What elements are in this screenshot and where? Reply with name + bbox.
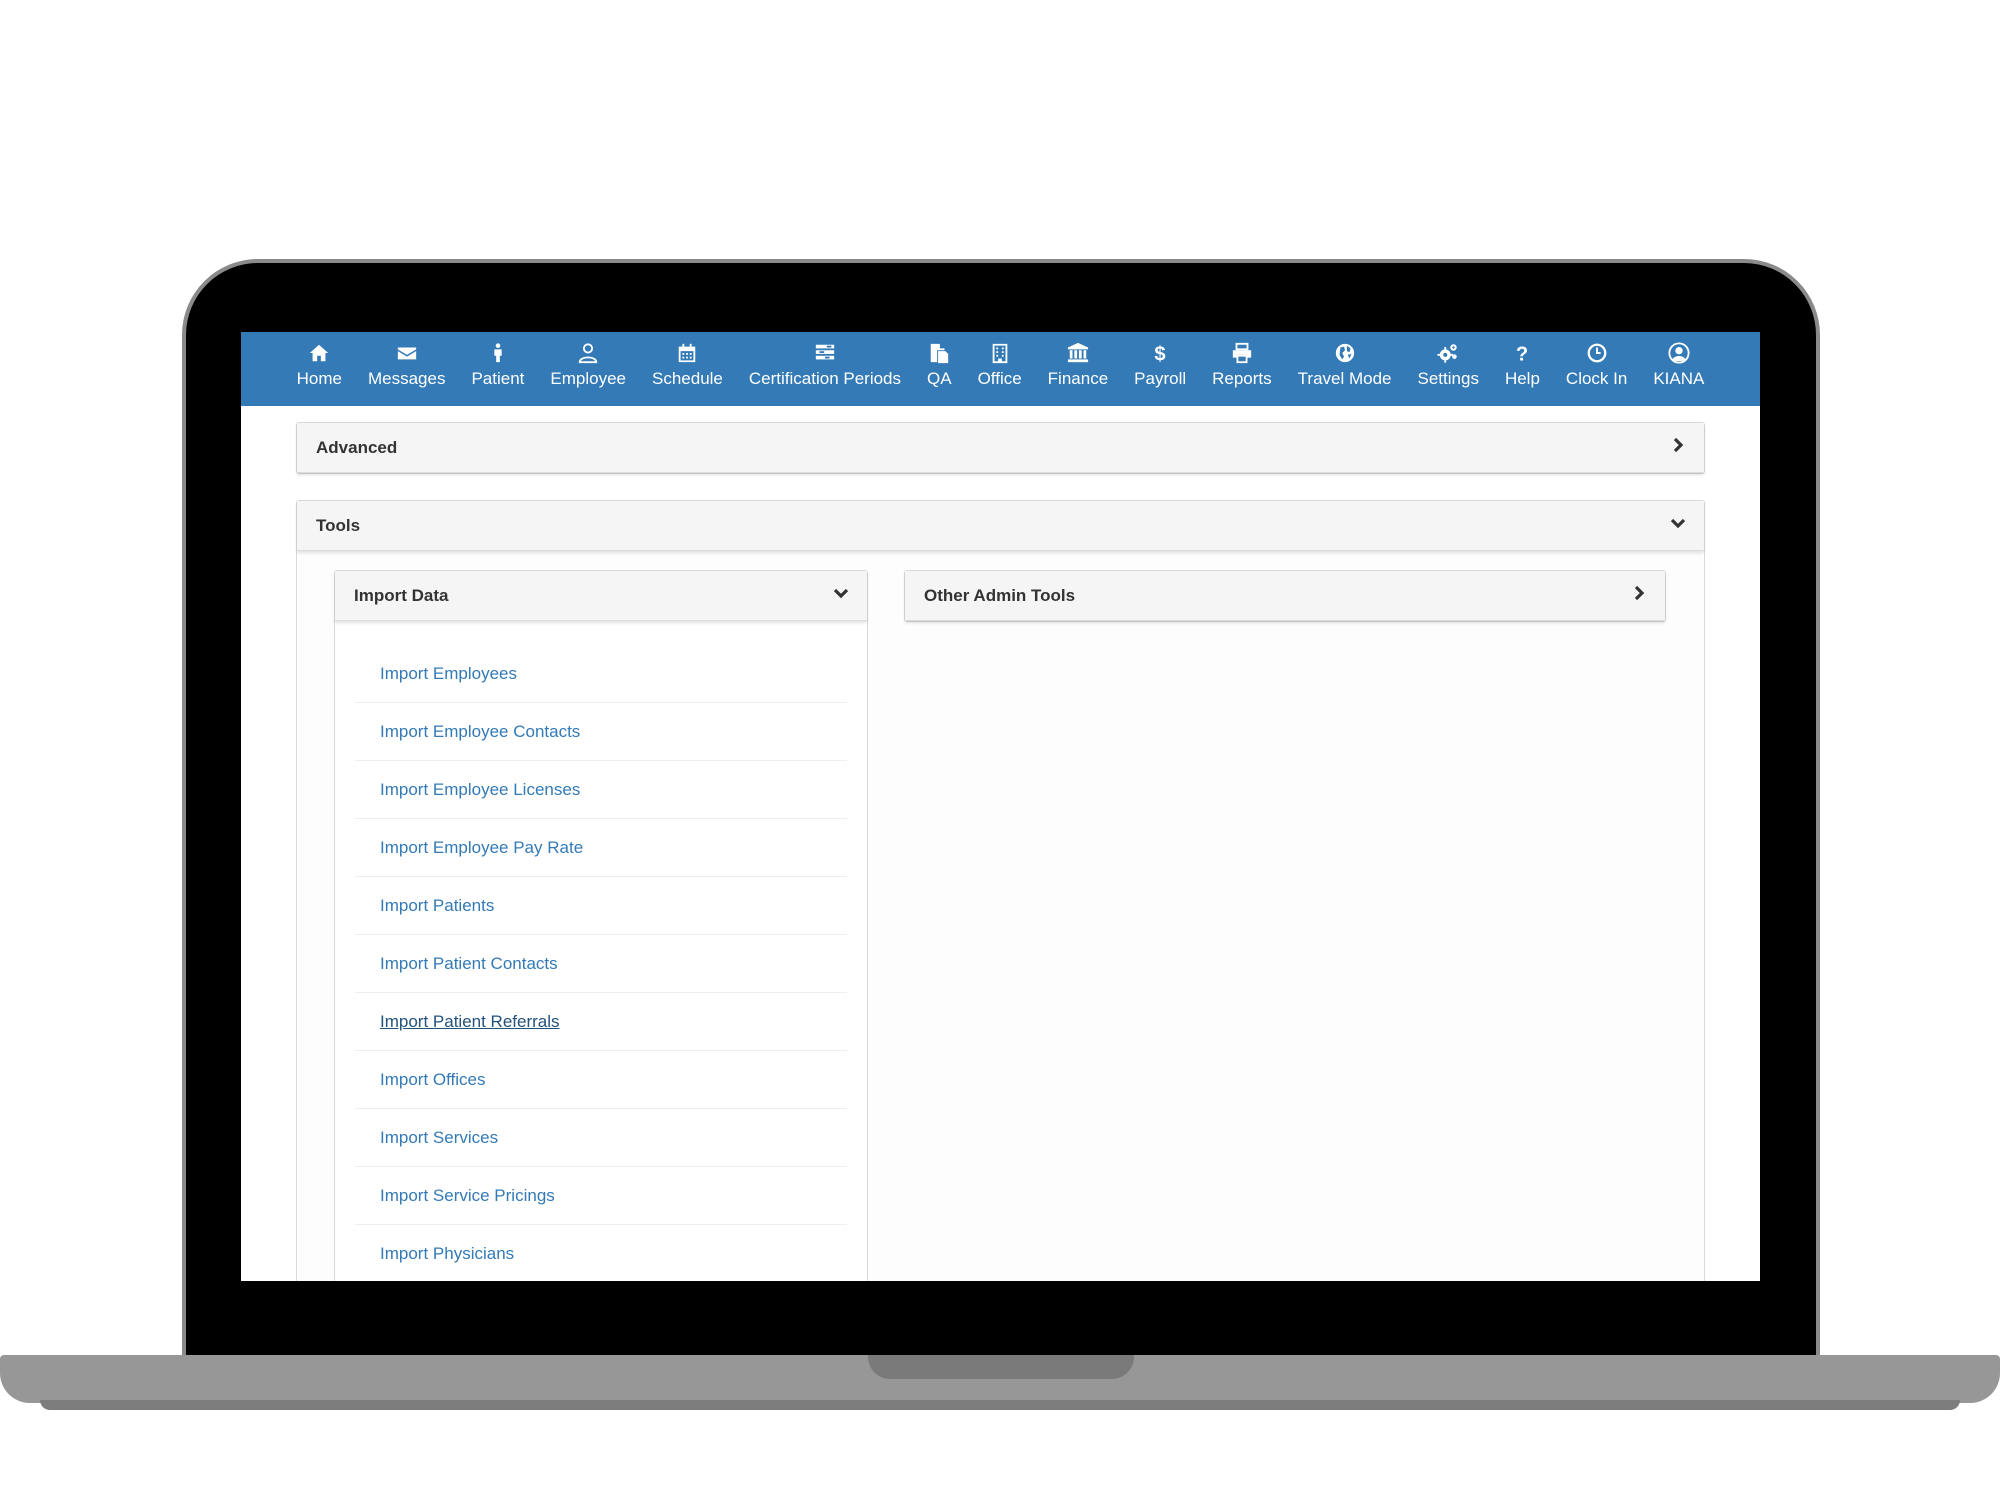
import-offices-link[interactable]: Import Offices	[380, 1070, 486, 1090]
nav-schedule[interactable]: Schedule	[639, 332, 736, 389]
panel-title: Advanced	[316, 437, 398, 457]
svg-text:?: ?	[1516, 343, 1528, 364]
user-outline-icon	[577, 340, 599, 366]
import-employee-licenses-link[interactable]: Import Employee Licenses	[380, 780, 580, 800]
advanced-panel-header[interactable]: Advanced	[297, 423, 1704, 473]
list-item: Import Services	[355, 1109, 847, 1167]
panel-title: Other Admin Tools	[924, 585, 1076, 605]
list-item: Import Patients	[355, 877, 847, 935]
import-services-link[interactable]: Import Services	[380, 1128, 498, 1148]
import-service-pricings-link[interactable]: Import Service Pricings	[380, 1186, 555, 1206]
nav-label: Messages	[367, 369, 446, 388]
import-data-panel: Import Data Import Employees Import Empl…	[334, 570, 868, 1281]
person-icon	[487, 340, 509, 366]
import-links-list: Import Employees Import Employee Contact…	[335, 621, 867, 1281]
nav-office[interactable]: Office	[965, 332, 1035, 389]
building-icon	[989, 340, 1011, 366]
nav-certification-periods[interactable]: Certification Periods	[736, 332, 914, 389]
nav-finance[interactable]: Finance	[1035, 332, 1121, 389]
dollar-icon: $	[1149, 340, 1171, 366]
laptop-screen: Home Messages Patient Employee Schedule	[241, 332, 1760, 1281]
import-patient-referrals-link[interactable]: Import Patient Referrals	[380, 1012, 560, 1032]
laptop-base-shadow	[40, 1400, 1960, 1410]
import-physicians-link[interactable]: Import Physicians	[380, 1244, 514, 1264]
import-patients-link[interactable]: Import Patients	[380, 896, 494, 916]
chevron-down-icon	[833, 585, 849, 606]
import-data-panel-header[interactable]: Import Data	[335, 571, 867, 621]
nav-label: Employee	[550, 369, 626, 388]
nav-label: Office	[977, 369, 1022, 388]
list-item: Import Service Pricings	[355, 1167, 847, 1225]
chevron-down-icon	[1670, 515, 1686, 536]
nav-clock-in[interactable]: Clock In	[1553, 332, 1640, 389]
nav-label: Payroll	[1134, 369, 1187, 388]
list-item: Import Patient Referrals	[355, 993, 847, 1051]
nav-label: Patient	[471, 369, 525, 388]
nav-label: Schedule	[652, 369, 723, 388]
nav-qa[interactable]: QA	[914, 332, 965, 389]
list-item: Import Employees	[355, 645, 847, 703]
nav-label: Reports	[1212, 369, 1272, 388]
nav-label: Home	[296, 369, 342, 388]
nav-label: Settings	[1417, 369, 1479, 388]
user-circle-icon	[1668, 340, 1690, 366]
nav-reports[interactable]: Reports	[1199, 332, 1285, 389]
nav-patient[interactable]: Patient	[458, 332, 537, 389]
globe-icon	[1334, 340, 1356, 366]
calendar-icon	[676, 340, 698, 366]
nav-settings[interactable]: Settings	[1405, 332, 1492, 389]
panel-title: Tools	[316, 515, 361, 535]
nav-travel-mode[interactable]: Travel Mode	[1285, 332, 1405, 389]
gears-icon	[1437, 340, 1459, 366]
nav-employee[interactable]: Employee	[537, 332, 639, 389]
nav-home[interactable]: Home	[284, 332, 355, 389]
advanced-panel: Advanced	[296, 422, 1705, 474]
question-icon: ?	[1511, 340, 1533, 366]
import-employees-link[interactable]: Import Employees	[380, 664, 517, 684]
laptop-notch	[868, 1355, 1134, 1379]
import-patient-contacts-link[interactable]: Import Patient Contacts	[380, 954, 558, 974]
nav-help[interactable]: ? Help	[1492, 332, 1553, 389]
nav-label: Certification Periods	[748, 369, 902, 388]
nav-label: Finance	[1047, 369, 1109, 388]
bank-icon	[1067, 340, 1089, 366]
chevron-right-icon	[1670, 437, 1686, 458]
panel-title: Import Data	[354, 585, 449, 605]
other-admin-tools-panel-header[interactable]: Other Admin Tools	[905, 571, 1665, 621]
nav-user-account[interactable]: KIANA	[1640, 332, 1717, 389]
tools-panel-header[interactable]: Tools	[297, 501, 1704, 551]
svg-text:$: $	[1155, 343, 1166, 364]
nav-label: KIANA	[1653, 369, 1705, 388]
list-item: Import Employee Contacts	[355, 703, 847, 761]
chevron-right-icon	[1631, 585, 1647, 606]
nav-label: Travel Mode	[1297, 369, 1392, 388]
nav-messages[interactable]: Messages	[355, 332, 458, 389]
nav-label: Clock In	[1565, 369, 1628, 388]
list-item: Import Patient Contacts	[355, 935, 847, 993]
list-item: Import Employee Pay Rate	[355, 819, 847, 877]
home-icon	[308, 340, 330, 366]
import-employee-pay-rate-link[interactable]: Import Employee Pay Rate	[380, 838, 583, 858]
import-employee-contacts-link[interactable]: Import Employee Contacts	[380, 722, 580, 742]
envelope-icon	[396, 340, 418, 366]
other-admin-tools-panel: Other Admin Tools	[904, 570, 1666, 622]
top-navbar: Home Messages Patient Employee Schedule	[241, 332, 1760, 406]
list-item: Import Offices	[355, 1051, 847, 1109]
documents-icon	[928, 340, 950, 366]
clock-icon	[1586, 340, 1608, 366]
nav-payroll[interactable]: $ Payroll	[1121, 332, 1199, 389]
printer-icon	[1231, 340, 1253, 366]
list-item: Import Physicians	[355, 1225, 847, 1281]
nav-label: Help	[1504, 369, 1540, 388]
list-item: Import Employee Licenses	[355, 761, 847, 819]
nav-label: QA	[927, 369, 952, 388]
tasks-icon	[814, 340, 836, 366]
